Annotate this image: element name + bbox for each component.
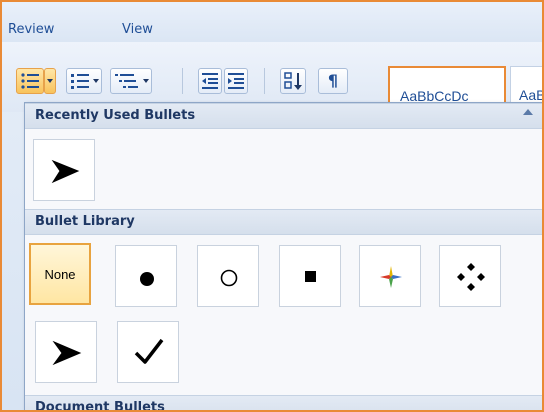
numbered-list-icon: [71, 74, 99, 89]
sort-button[interactable]: [280, 68, 306, 94]
section-header-recently-used: Recently Used Bullets: [25, 103, 542, 129]
bullet-option-none[interactable]: None: [29, 243, 91, 305]
sort-az-icon: [284, 72, 302, 90]
bullet-option-filled-circle[interactable]: [115, 245, 177, 307]
tab-view[interactable]: View: [122, 22, 153, 37]
decrease-indent-button[interactable]: [198, 68, 222, 94]
numbering-button[interactable]: [66, 68, 102, 94]
bullet-option-filled-square[interactable]: [279, 245, 341, 307]
filled-square-bullet-icon: [305, 271, 316, 282]
show-hide-formatting-button[interactable]: ¶: [318, 68, 348, 94]
tab-review[interactable]: Review: [8, 22, 54, 37]
four-color-star-bullet-icon: [380, 266, 402, 288]
bullet-option-arrowhead[interactable]: [35, 321, 97, 383]
diamond-cluster-bullet-icon: [457, 263, 485, 291]
bullet-none-label: None: [44, 266, 76, 282]
decrease-indent-icon: [202, 73, 218, 89]
increase-indent-button[interactable]: [224, 68, 248, 94]
chevron-down-icon: [47, 79, 53, 83]
recent-bullet-arrowhead[interactable]: [33, 139, 95, 201]
bullet-option-checkmark[interactable]: [117, 321, 179, 383]
ribbon-tabs: Review View: [2, 2, 542, 42]
bullet-option-diamond-cluster[interactable]: [439, 245, 501, 307]
section-header-document-bullets: Document Bullets: [25, 395, 542, 410]
multilevel-list-icon: [115, 74, 149, 88]
toolbar-separator: [182, 68, 183, 94]
arrowhead-bullet-icon: [52, 340, 82, 366]
scroll-up-arrow-icon[interactable]: [523, 109, 533, 115]
bullet-library-dropdown: Recently Used Bullets Bullet Library Non…: [24, 102, 542, 410]
bullet-list-icon: [21, 73, 39, 89]
multilevel-list-button[interactable]: [110, 68, 152, 94]
toolbar-separator: [264, 68, 265, 94]
bullet-option-hollow-circle[interactable]: [197, 245, 259, 307]
bullets-dropdown-arrow[interactable]: [44, 68, 56, 94]
checkmark-bullet-icon: [134, 338, 164, 364]
increase-indent-icon: [228, 73, 244, 89]
word-window: Review View ¶ AaBbCcDc Aa Recently Used …: [0, 0, 544, 412]
section-header-bullet-library: Bullet Library: [25, 209, 542, 235]
arrowhead-bullet-icon: [51, 159, 80, 184]
hollow-circle-bullet-icon: [220, 269, 238, 287]
bullets-button[interactable]: [16, 68, 44, 94]
bullet-option-four-color-star[interactable]: [359, 245, 421, 307]
filled-circle-bullet-icon: [140, 272, 154, 286]
